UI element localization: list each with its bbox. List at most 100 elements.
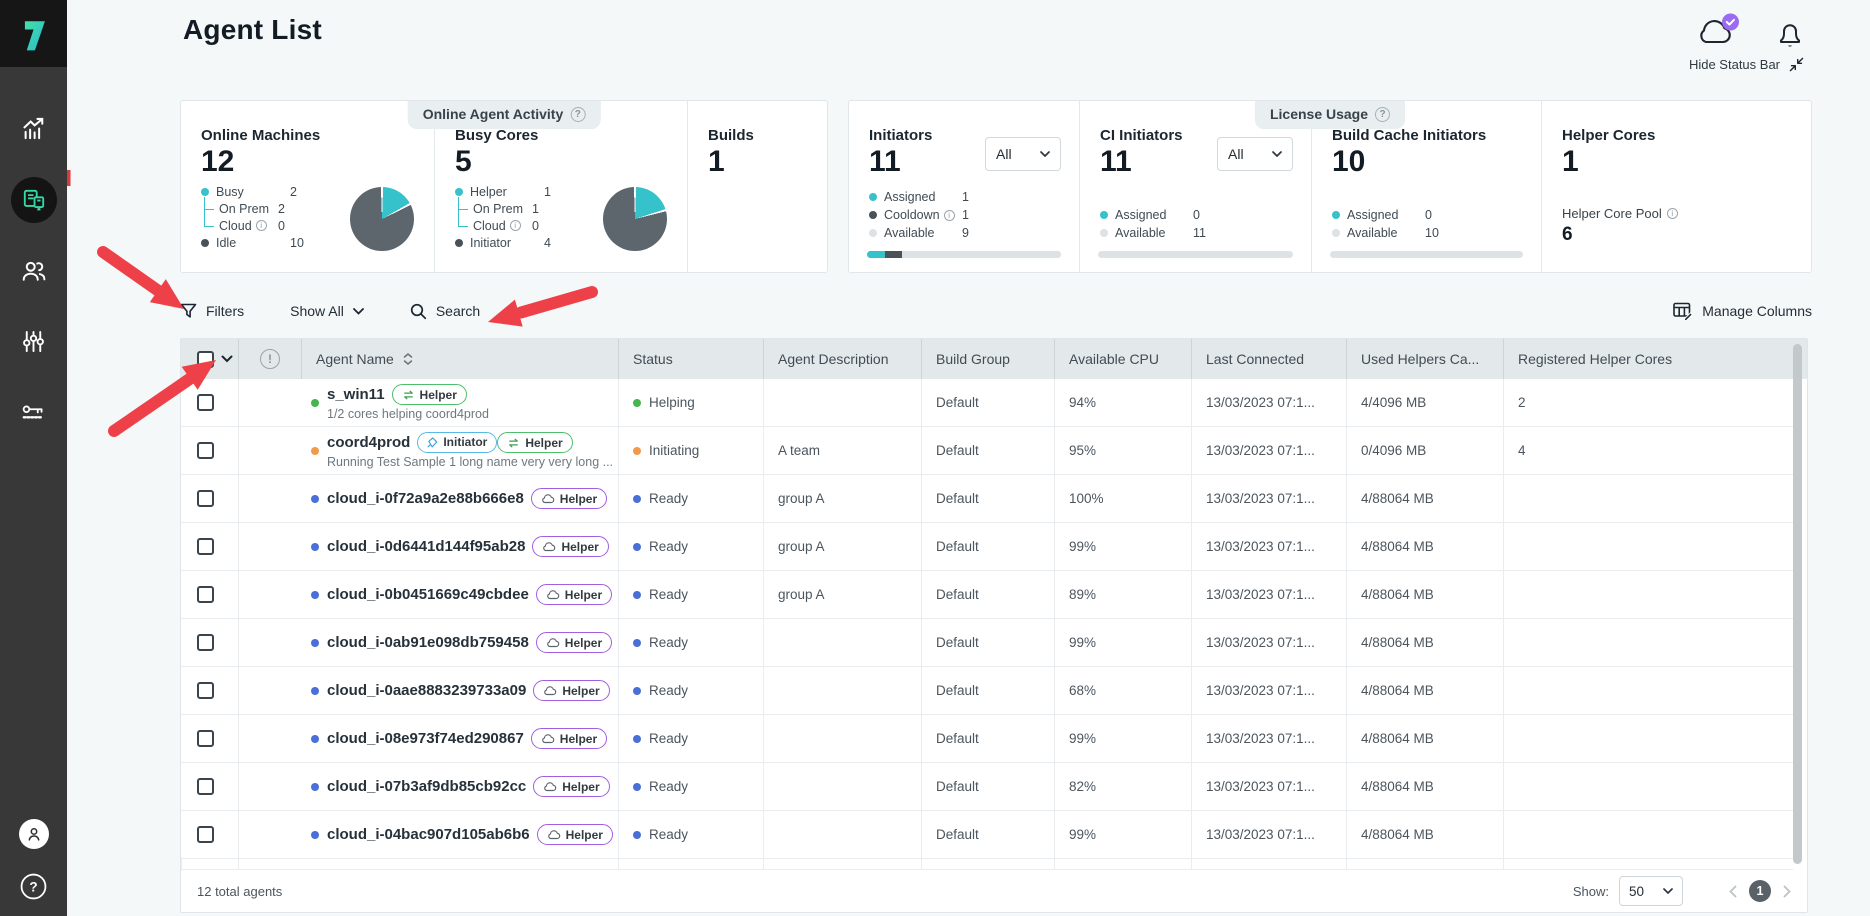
- initiators-usage-bar: [867, 251, 1061, 258]
- topbar-icons: [1694, 12, 1804, 50]
- column-header-agent-name[interactable]: Agent Name: [301, 339, 618, 379]
- agent-status-dot: [311, 735, 319, 743]
- cell-last-connected: 13/03/2023 07:1...: [1191, 475, 1346, 522]
- sidebar-item-users[interactable]: [0, 235, 67, 306]
- row-checkbox[interactable]: [197, 730, 214, 747]
- row-checkbox[interactable]: [197, 394, 214, 411]
- select-all-header[interactable]: [181, 339, 238, 379]
- show-all-dropdown[interactable]: Show All: [290, 303, 364, 319]
- status-dot: [633, 447, 641, 455]
- cell-last-connected: 13/03/2023 07:1...: [1191, 715, 1346, 762]
- table-row[interactable]: cloud_i-0aae8883239733a09 Helper Ready D…: [181, 667, 1793, 715]
- analytics-icon: [20, 115, 47, 142]
- user-avatar[interactable]: [19, 819, 49, 849]
- cell-registered-cores: [1503, 811, 1793, 858]
- manage-columns-label: Manage Columns: [1702, 303, 1812, 319]
- row-checkbox[interactable]: [197, 634, 214, 651]
- table-row[interactable]: cloud_i-0ab91e098db759458 Helper Ready D…: [181, 619, 1793, 667]
- sidebar-item-licenses[interactable]: [0, 377, 67, 448]
- agent-status-dot: [311, 783, 319, 791]
- info-icon[interactable]: ?: [570, 107, 585, 122]
- info-icon[interactable]: ?: [1375, 107, 1390, 122]
- table-row[interactable]: cloud_i-07b3af9db85cb92cc Helper Ready D…: [181, 763, 1793, 811]
- row-checkbox[interactable]: [197, 442, 214, 459]
- license-key-icon: [20, 399, 48, 427]
- row-checkbox[interactable]: [197, 778, 214, 795]
- table-row[interactable]: cloud_i-0f72a9a2e88b666e8 Helper Ready g…: [181, 475, 1793, 523]
- cell-last-connected: 13/03/2023 07:1...: [1191, 619, 1346, 666]
- agent-name: cloud_i-0aae8883239733a09: [327, 682, 526, 699]
- table-row[interactable]: cloud_i-0b0451669c49cbdee Helper Ready g…: [181, 571, 1793, 619]
- license-usage-panel: License Usage ? Initiators 11 All Assign…: [848, 100, 1812, 273]
- cloud-helper-badge: Helper: [533, 776, 609, 797]
- ci-initiators-usage-bar: [1098, 251, 1293, 258]
- section-value: 10: [1332, 146, 1521, 178]
- online-machines-section: Online Machines 12 Busy 2 On Prem 2: [181, 101, 434, 272]
- agent-name: cloud_i-04bac907d105ab6b6: [327, 826, 530, 843]
- ci-initiators-filter-select[interactable]: All: [1217, 137, 1293, 171]
- page-number-button[interactable]: 1: [1749, 880, 1771, 902]
- helper-core-pool: Helper Core Pool i 6: [1562, 206, 1678, 246]
- notifications-bell-icon[interactable]: [1776, 18, 1804, 50]
- sync-icon: [507, 438, 520, 448]
- cell-last-connected: 13/03/2023 07:1...: [1191, 571, 1346, 618]
- status-dot: [633, 639, 641, 647]
- initiator-icon: [427, 437, 438, 448]
- cloud-status-icon[interactable]: [1694, 12, 1742, 50]
- clipped-row: [181, 859, 1793, 870]
- sidebar-item-agents[interactable]: [0, 164, 67, 235]
- agent-badges: Helper: [536, 632, 612, 653]
- table-footer: 12 total agents Show: 50 1: [181, 870, 1807, 912]
- page-size-select[interactable]: 50: [1619, 876, 1683, 906]
- search-button[interactable]: Search: [410, 303, 480, 320]
- sidebar-item-settings[interactable]: [0, 306, 67, 377]
- cell-used-helpers: 4/88064 MB: [1346, 715, 1503, 762]
- section-title: Busy Cores: [455, 127, 667, 144]
- info-icon[interactable]: i: [1667, 208, 1678, 219]
- cell-registered-cores: [1503, 667, 1793, 714]
- table-row[interactable]: cloud_i-04bac907d105ab6b6 Helper Ready D…: [181, 811, 1793, 859]
- info-icon[interactable]: i: [510, 220, 521, 231]
- cloud-icon: [543, 782, 557, 792]
- row-checkbox[interactable]: [197, 490, 214, 507]
- chevron-down-icon[interactable]: [221, 355, 233, 363]
- cell-available-cpu: 100%: [1054, 475, 1191, 522]
- annotation-arrow-filters: [103, 252, 184, 309]
- next-page-button[interactable]: [1783, 885, 1791, 898]
- vertical-scrollbar[interactable]: [1793, 344, 1802, 864]
- alerts-column-header[interactable]: !: [238, 339, 301, 379]
- row-checkbox[interactable]: [197, 682, 214, 699]
- legend-dot: [869, 193, 877, 201]
- sort-icon[interactable]: [403, 353, 413, 365]
- info-icon[interactable]: i: [256, 220, 267, 231]
- filters-button[interactable]: Filters: [180, 303, 244, 319]
- agent-badges: Helper: [531, 488, 607, 509]
- select-all-checkbox[interactable]: [197, 351, 214, 368]
- previous-page-button[interactable]: [1729, 885, 1737, 898]
- chevron-down-icon: [1272, 151, 1282, 157]
- cell-description: [763, 667, 921, 714]
- row-checkbox[interactable]: [197, 586, 214, 603]
- hide-status-bar-button[interactable]: Hide Status Bar: [1689, 57, 1804, 72]
- table-row[interactable]: cloud_i-0d6441d144f95ab28 Helper Ready g…: [181, 523, 1793, 571]
- app-logo[interactable]: [0, 0, 67, 67]
- table-row[interactable]: cloud_i-08e973f74ed290867 Helper Ready D…: [181, 715, 1793, 763]
- initiators-filter-select[interactable]: All: [985, 137, 1061, 171]
- cloud-helper-badge: Helper: [533, 680, 609, 701]
- help-icon[interactable]: ?: [20, 873, 47, 900]
- cell-agent-name: s_win11 Helper 1/2 cores helping coord4p…: [238, 379, 618, 426]
- agent-status-dot: [311, 639, 319, 647]
- row-checkbox[interactable]: [197, 538, 214, 555]
- agent-name: coord4prod: [327, 434, 410, 451]
- row-checkbox[interactable]: [197, 826, 214, 843]
- info-icon[interactable]: i: [944, 210, 955, 221]
- legend-dot: [201, 188, 209, 196]
- legend-row: On Prem 2: [204, 200, 350, 217]
- cell-used-helpers: 4/88064 MB: [1346, 763, 1503, 810]
- cell-available-cpu: 99%: [1054, 811, 1191, 858]
- manage-columns-button[interactable]: Manage Columns: [1673, 302, 1812, 320]
- table-row[interactable]: s_win11 Helper 1/2 cores helping coord4p…: [181, 379, 1793, 427]
- alert-icon: !: [260, 349, 280, 369]
- table-row[interactable]: coord4prod InitiatorHelper Running Test …: [181, 427, 1793, 475]
- sidebar-item-analytics[interactable]: [0, 93, 67, 164]
